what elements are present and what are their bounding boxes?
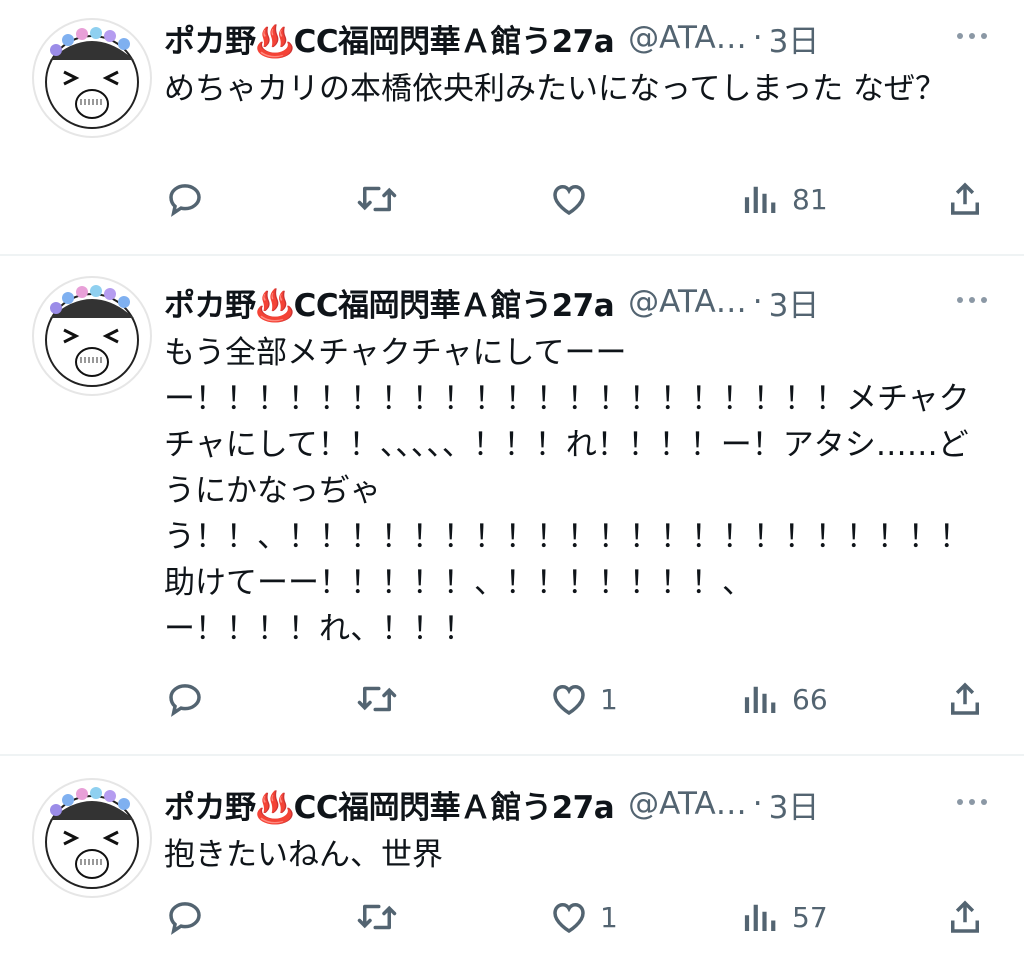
handle[interactable]: @ATA… <box>628 284 747 320</box>
reply-icon <box>169 184 201 217</box>
retweet-button[interactable] <box>354 174 400 224</box>
more-icon[interactable] <box>954 790 994 820</box>
views-icon <box>744 904 776 931</box>
tweet-text: 抱きたいねん、世界 <box>164 837 443 873</box>
separator: · <box>752 786 763 822</box>
view-count: 57 <box>792 900 828 934</box>
reply-button[interactable] <box>164 174 216 224</box>
action-bar: 1 66 <box>0 674 1024 724</box>
tweet-header: ポカ野♨️CC福岡閃華Ａ館う27a @ATA… · 3日 <box>164 782 1000 826</box>
reply-icon <box>169 684 201 717</box>
retweet-icon <box>357 186 397 212</box>
tweet-header: ポカ野♨️CC福岡閃華Ａ館う27a @ATA… · 3日 <box>164 280 1000 324</box>
timestamp[interactable]: 3日 <box>769 16 820 61</box>
handle[interactable]: @ATA… <box>628 20 747 56</box>
share-button[interactable] <box>944 174 986 224</box>
avatar[interactable] <box>32 18 152 138</box>
share-button[interactable] <box>944 892 986 942</box>
more-icon[interactable] <box>954 288 994 318</box>
action-bar: 1 57 <box>0 892 1024 942</box>
views-button[interactable]: 81 <box>740 174 828 224</box>
share-icon <box>951 682 979 715</box>
display-name[interactable]: ポカ野♨️CC福岡閃華Ａ館う27a <box>164 16 615 61</box>
heart-icon <box>553 902 585 934</box>
retweet-button[interactable] <box>354 892 400 942</box>
display-name[interactable]: ポカ野♨️CC福岡閃華Ａ館う27a <box>164 280 615 325</box>
avatar-image <box>45 285 139 387</box>
heart-icon <box>553 684 585 716</box>
like-button[interactable] <box>548 174 600 224</box>
more-icon[interactable] <box>954 24 994 54</box>
timestamp[interactable]: 3日 <box>769 782 820 827</box>
display-name[interactable]: ポカ野♨️CC福岡閃華Ａ館う27a <box>164 782 615 827</box>
separator: · <box>752 284 763 320</box>
heart-icon <box>553 184 585 216</box>
tweet-text: めちゃカリの本橋依央利みたいになってしまった なぜ？ <box>164 71 947 107</box>
action-bar: 81 <box>0 174 1024 224</box>
share-icon <box>951 900 979 933</box>
tweet[interactable]: ポカ野♨️CC福岡閃華Ａ館う27a @ATA… · 3日 めちゃカリの本橋依央利… <box>0 0 1024 254</box>
avatar[interactable] <box>32 276 152 396</box>
view-count: 66 <box>792 682 828 716</box>
retweet-button[interactable] <box>354 674 400 724</box>
reply-icon <box>169 902 201 935</box>
tweet[interactable]: ポカ野♨️CC福岡閃華Ａ館う27a @ATA… · 3日 もう全部メチャクチャに… <box>0 256 1024 754</box>
avatar-image <box>45 27 139 129</box>
avatar-image <box>45 787 139 889</box>
views-button[interactable]: 66 <box>740 674 828 724</box>
views-button[interactable]: 57 <box>740 892 828 942</box>
views-icon <box>744 686 776 713</box>
share-icon <box>951 182 979 215</box>
tweet[interactable]: ポカ野♨️CC福岡閃華Ａ館う27a @ATA… · 3日 抱きたいねん、世界 1… <box>0 756 1024 975</box>
separator: · <box>752 20 763 56</box>
reply-button[interactable] <box>164 674 216 724</box>
like-button[interactable]: 1 <box>548 892 618 942</box>
timestamp[interactable]: 3日 <box>769 280 820 325</box>
retweet-icon <box>357 686 397 712</box>
views-icon <box>744 186 776 213</box>
retweet-icon <box>357 904 397 930</box>
view-count: 81 <box>792 182 828 216</box>
tweet-header: ポカ野♨️CC福岡閃華Ａ館う27a @ATA… · 3日 <box>164 16 1000 60</box>
like-count: 1 <box>600 682 618 716</box>
reply-button[interactable] <box>164 892 216 942</box>
share-button[interactable] <box>944 674 986 724</box>
tweet-text: もう全部メチャクチャにしてーー ー！！！！！！！！！！！！！！！！！！！！！メチ… <box>164 335 970 647</box>
avatar[interactable] <box>32 778 152 898</box>
like-button[interactable]: 1 <box>548 674 618 724</box>
like-count: 1 <box>600 900 618 934</box>
handle[interactable]: @ATA… <box>628 786 747 822</box>
